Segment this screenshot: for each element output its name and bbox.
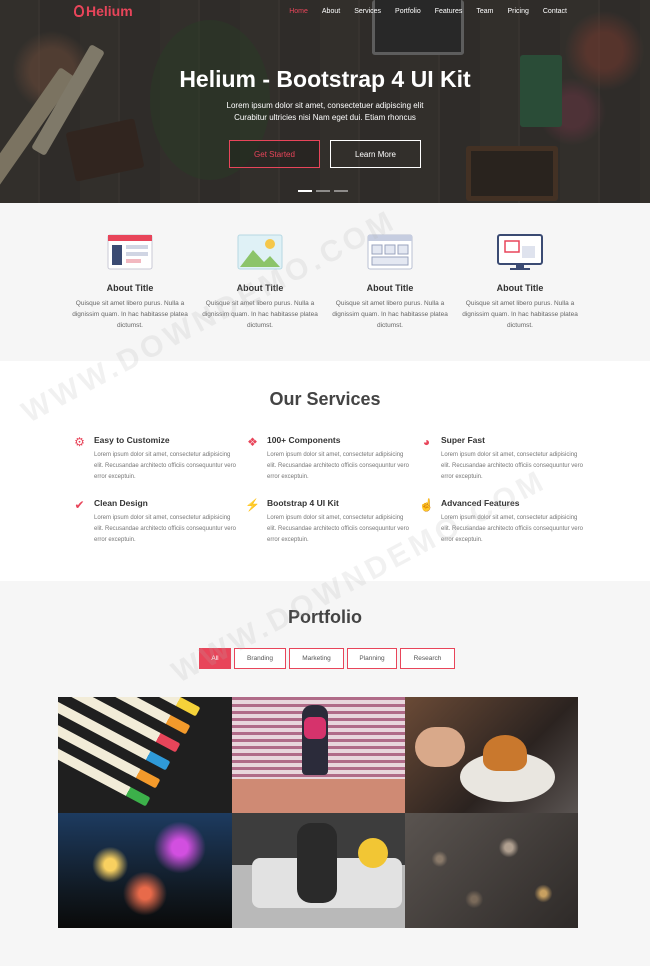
nav-menu: Home About Services Portfolio Features T… [275, 8, 567, 15]
feature-text: Quisque sit amet libero purus. Nulla a d… [72, 300, 188, 329]
navbar: Helium Home About Services Portfolio Fea… [0, 0, 650, 26]
lightbulb-icon [74, 5, 84, 17]
carousel-indicator[interactable] [334, 190, 348, 192]
service-title: Super Fast [441, 435, 485, 445]
service-title: Clean Design [94, 498, 148, 508]
brand-logo[interactable]: Helium [74, 3, 133, 19]
feature-text: Quisque sit amet libero purus. Nulla a d… [202, 300, 318, 329]
about-features-section: About Title Quisque sit amet libero puru… [0, 203, 650, 361]
service-title: Advanced Features [441, 498, 520, 508]
portfolio-title: Portfolio [288, 607, 362, 627]
portfolio-item-sofa[interactable] [232, 813, 405, 928]
feature-title: About Title [236, 283, 284, 293]
speedometer-icon: ◕ [422, 435, 431, 449]
service-title: Bootstrap 4 UI Kit [267, 498, 339, 508]
services-section: Our Services ⚙ Easy to Customize Lorem i… [0, 361, 650, 581]
portfolio-item-pencils[interactable] [58, 697, 232, 813]
nav-item-features[interactable]: Features [435, 8, 463, 15]
filter-planning[interactable]: Planning [347, 648, 397, 669]
service-text: Lorem ipsum dolor sit amet, consectetur … [441, 515, 583, 543]
feature-title: About Title [106, 283, 154, 293]
nav-item-contact[interactable]: Contact [543, 8, 567, 15]
service-title: 100+ Components [267, 435, 341, 445]
feature-text: Quisque sit amet libero purus. Nulla a d… [462, 300, 578, 329]
check-icon: ✔ [74, 498, 85, 512]
portfolio-item-burger[interactable] [405, 697, 578, 813]
nav-item-about[interactable]: About [322, 8, 340, 15]
cubes-icon: ❖ [247, 435, 258, 449]
portfolio-item-rain[interactable] [405, 813, 578, 928]
filter-marketing[interactable]: Marketing [289, 648, 344, 669]
nav-item-portfolio[interactable]: Portfolio [395, 8, 421, 15]
hero-title: Helium - Bootstrap 4 UI Kit [179, 66, 471, 92]
services-title: Our Services [269, 389, 381, 409]
feature-card: About Title Quisque sit amet libero puru… [195, 234, 325, 331]
image-icon [237, 234, 283, 272]
monitor-icon [497, 234, 543, 272]
service-text: Lorem ipsum dolor sit amet, consectetur … [94, 452, 236, 480]
nav-item-pricing[interactable]: Pricing [507, 8, 528, 15]
feature-text: Quisque sit amet libero purus. Nulla a d… [332, 300, 448, 329]
carousel-indicators [298, 190, 348, 192]
service-text: Lorem ipsum dolor sit amet, consectetur … [94, 515, 236, 543]
filter-all[interactable]: All [199, 648, 231, 669]
portfolio-section: Portfolio All Branding Marketing Plannin… [0, 581, 650, 966]
service-text: Lorem ipsum dolor sit amet, consectetur … [441, 452, 583, 480]
dashboard-icon [107, 234, 153, 272]
filter-branding[interactable]: Branding [234, 648, 286, 669]
feature-title: About Title [496, 283, 544, 293]
carousel-indicator[interactable] [298, 190, 312, 192]
feature-title: About Title [366, 283, 414, 293]
brand-name: Helium [86, 3, 133, 19]
layout-icon [367, 234, 413, 272]
gears-icon: ⚙ [74, 435, 85, 449]
portfolio-grid [58, 697, 578, 928]
portfolio-item-city-lights[interactable] [58, 813, 232, 928]
service-title: Easy to Customize [94, 435, 170, 445]
nav-item-team[interactable]: Team [476, 8, 493, 15]
feature-card: About Title Quisque sit amet libero puru… [455, 234, 585, 331]
feature-card: About Title Quisque sit amet libero puru… [325, 234, 455, 331]
service-text: Lorem ipsum dolor sit amet, consectetur … [267, 515, 409, 543]
portfolio-item-jumping[interactable] [232, 697, 405, 813]
pointer-icon: ☝ [419, 498, 434, 512]
portfolio-filters: All Branding Marketing Planning Research [199, 648, 455, 669]
carousel-indicator[interactable] [316, 190, 330, 192]
feature-card: About Title Quisque sit amet libero puru… [65, 234, 195, 331]
hero-subtitle: Lorem ipsum dolor sit amet, consectetuer… [226, 101, 424, 122]
nav-item-home[interactable]: Home [289, 8, 308, 15]
learn-more-button[interactable]: Learn More [330, 140, 421, 168]
get-started-button[interactable]: Get Started [229, 140, 320, 168]
filter-research[interactable]: Research [400, 648, 455, 669]
nav-item-services[interactable]: Services [354, 8, 381, 15]
service-text: Lorem ipsum dolor sit amet, consectetur … [267, 452, 409, 480]
bolt-icon: ⚡ [245, 498, 260, 512]
hero-section: Helium Home About Services Portfolio Fea… [0, 0, 650, 203]
